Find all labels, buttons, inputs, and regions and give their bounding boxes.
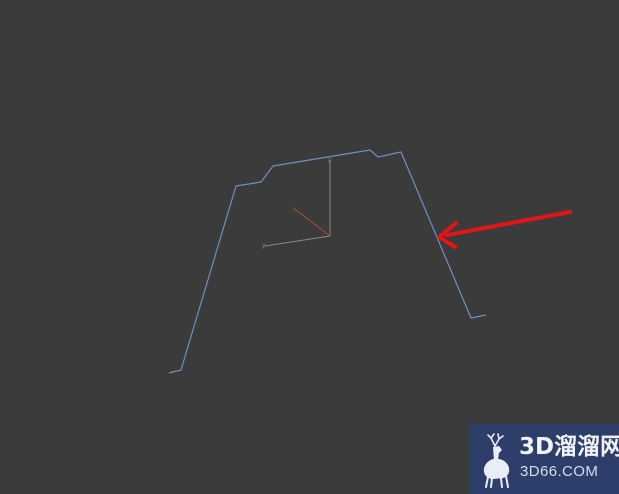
- arrow-shaft: [445, 210, 572, 237]
- viewport-scene: z y x: [168, 149, 572, 374]
- watermark-brand-text: 3D溜溜网: [519, 434, 619, 460]
- z-axis-label: z: [328, 157, 331, 164]
- y-axis-line: [264, 235, 331, 247]
- axis-gizmo: z y x: [262, 157, 331, 249]
- x-axis-line: [295, 209, 331, 237]
- x-axis-label: x: [293, 206, 297, 213]
- annotation-arrow: [437, 210, 572, 249]
- watermark-domain-text: 3D66.COM: [520, 463, 599, 480]
- y-axis-label: y: [262, 242, 266, 249]
- 3d-viewport[interactable]: z y x 3D溜溜网 3D66.COM: [0, 0, 619, 494]
- spline-shape[interactable]: [168, 149, 487, 374]
- watermark-badge: 3D溜溜网 3D66.COM: [469, 424, 619, 494]
- deer-logo-icon: [483, 433, 510, 488]
